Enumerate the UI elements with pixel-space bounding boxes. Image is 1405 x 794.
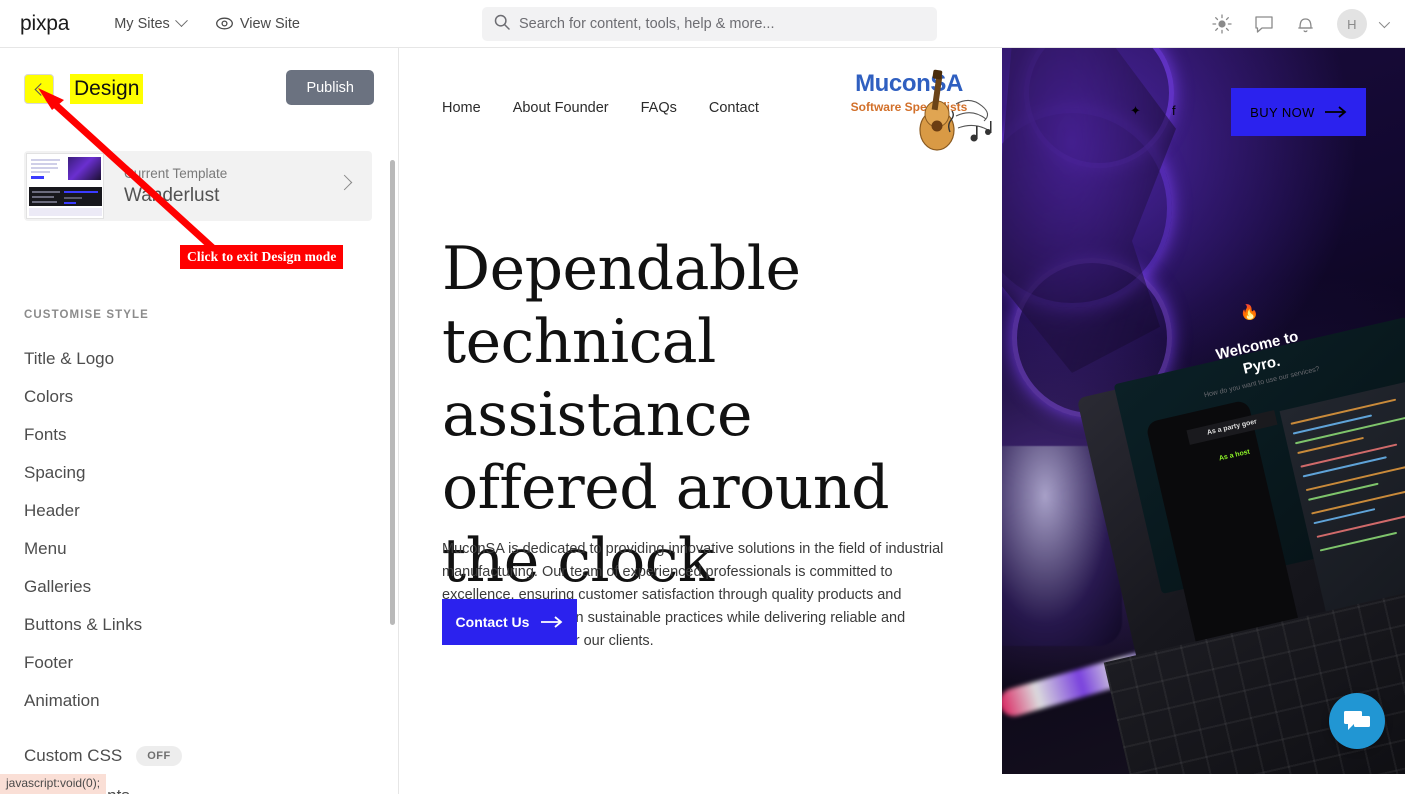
sidebar-item-buttons-links[interactable]: Buttons & Links [24, 606, 354, 644]
app-header: pixpa My Sites View Site Search for cont… [0, 0, 1405, 48]
design-sidebar: Design Publish Current Template Wanderlu… [0, 48, 399, 794]
sidebar-item-header[interactable]: Header [24, 492, 354, 530]
sidebar-item-colors[interactable]: Colors [24, 378, 354, 416]
current-template-card[interactable]: Current Template Wanderlust [24, 151, 372, 221]
customise-style-label: CUSTOMISE STYLE [24, 309, 149, 321]
page-title: Design [70, 74, 144, 104]
my-sites-menu[interactable]: My Sites [114, 14, 188, 32]
search-icon [494, 14, 510, 35]
sidebar-item-menu[interactable]: Menu [24, 530, 354, 568]
template-thumbnail [26, 153, 104, 219]
global-search[interactable]: Search for content, tools, help & more..… [482, 7, 937, 41]
status-bar: javascript:void(0); [0, 774, 107, 794]
hero-photo: 🔥 Welcome to Pyro. How do you want to us… [1002, 48, 1405, 774]
site-preview: Home About Founder FAQs Contact MuconSA … [399, 48, 1405, 794]
chat-widget-button[interactable] [1329, 693, 1385, 749]
sidebar-item-footer[interactable]: Footer [24, 644, 354, 682]
arrow-right-icon [1324, 106, 1347, 118]
facebook-icon[interactable]: f [1172, 103, 1176, 118]
chevron-left-icon [34, 82, 47, 96]
site-nav-faqs[interactable]: FAQs [641, 100, 677, 116]
view-site-label: View Site [239, 15, 300, 32]
site-nav-home[interactable]: Home [442, 100, 481, 116]
twitter-icon[interactable]: ✦ [1130, 103, 1141, 119]
style-nav-list: Title & Logo Colors Fonts Spacing Header… [24, 340, 354, 720]
chat-icon[interactable] [1254, 15, 1274, 34]
sidebar-item-spacing[interactable]: Spacing [24, 454, 354, 492]
publish-button[interactable]: Publish [286, 70, 374, 105]
search-placeholder: Search for content, tools, help & more..… [519, 16, 775, 32]
flame-icon: 🔥 [1238, 302, 1261, 323]
template-name: Wanderlust [124, 184, 220, 206]
chevron-down-icon [174, 14, 188, 28]
sidebar-scrollbar[interactable] [390, 160, 395, 625]
site-nav: Home About Founder FAQs Contact [442, 100, 759, 116]
contact-us-button[interactable]: Contact Us [442, 599, 577, 645]
site-nav-contact[interactable]: Contact [709, 100, 759, 116]
back-button[interactable] [24, 74, 54, 104]
guitar-music-icon [919, 69, 992, 151]
sidebar-item-galleries[interactable]: Galleries [24, 568, 354, 606]
template-text: Current Template Wanderlust [124, 166, 227, 207]
view-site-link[interactable]: View Site [215, 15, 300, 32]
eye-icon [215, 17, 233, 30]
chat-bubble-icon [1344, 711, 1370, 730]
header-nav: My Sites View Site [114, 14, 300, 32]
custom-css-toggle[interactable]: OFF [136, 746, 182, 766]
annotation-callout: Click to exit Design mode [180, 245, 344, 269]
sidebar-item-fonts[interactable]: Fonts [24, 416, 354, 454]
custom-css-label: Custom CSS [24, 746, 123, 765]
sidebar-item-custom-css[interactable]: Custom CSS OFF [24, 746, 182, 766]
chevron-right-icon [336, 174, 353, 191]
my-sites-label: My Sites [114, 15, 170, 32]
sun-icon[interactable] [1212, 14, 1232, 34]
buy-now-label: BUY NOW [1250, 104, 1315, 120]
template-label: Current Template [124, 165, 228, 181]
chevron-down-icon[interactable] [1378, 16, 1391, 29]
contact-us-label: Contact Us [455, 614, 530, 630]
pixpa-logo[interactable]: pixpa [20, 12, 69, 36]
header-actions: H [1212, 0, 1391, 48]
avatar[interactable]: H [1337, 9, 1367, 39]
bell-icon[interactable] [1296, 14, 1315, 34]
sidebar-item-animation[interactable]: Animation [24, 682, 354, 720]
sidebar-item-title-logo[interactable]: Title & Logo [24, 340, 354, 378]
site-nav-about[interactable]: About Founder [513, 100, 609, 116]
buy-now-button[interactable]: BUY NOW [1231, 88, 1366, 136]
arrow-right-icon [541, 616, 563, 628]
